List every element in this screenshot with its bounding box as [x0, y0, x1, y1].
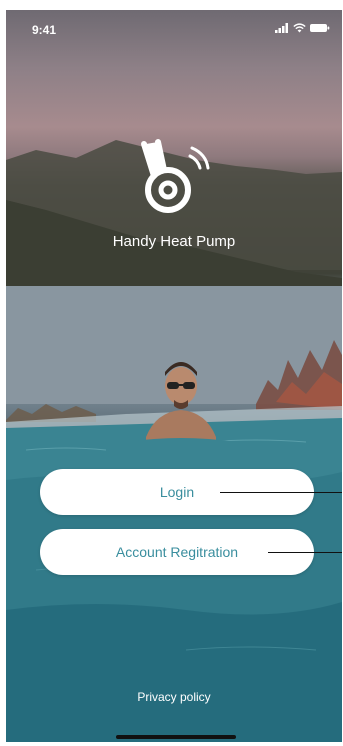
signal-icon	[275, 23, 288, 33]
screen: 9:41 Handy Heat Pump Login Account Regit…	[6, 10, 342, 742]
registration-annotation-line	[268, 552, 342, 553]
account-registration-button-label: Account Regitration	[115, 544, 239, 560]
status-time: 9:41	[32, 23, 57, 37]
heat-pump-logo-icon	[132, 134, 216, 218]
status-bar: 9:41	[6, 10, 342, 44]
login-button-label: Login	[159, 484, 195, 500]
login-annotation-line	[220, 492, 342, 493]
swimmer-image	[126, 362, 236, 462]
app-name: Handy Heat Pump	[112, 233, 236, 250]
privacy-policy-link[interactable]: Privacy policy	[6, 690, 342, 704]
battery-icon	[310, 24, 330, 32]
wifi-icon	[293, 23, 306, 33]
home-indicator	[116, 735, 236, 739]
status-icons	[275, 23, 330, 33]
